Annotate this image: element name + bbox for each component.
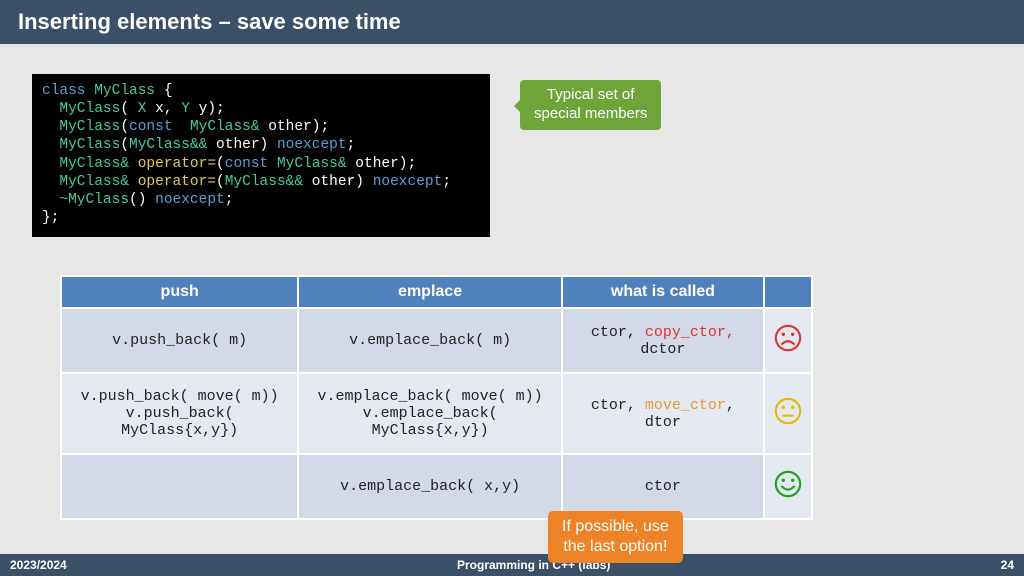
footer-year: 2023/2024: [10, 558, 67, 572]
frown-icon: [773, 323, 803, 353]
call-copy: copy_ctor,: [645, 324, 735, 341]
code-ty: X: [138, 101, 155, 117]
code-kw: const: [225, 156, 277, 172]
code-ty: MyClass: [42, 119, 120, 135]
cell-line: v.push_back( MyClass{x,y}): [68, 405, 291, 439]
callout-typical-members: Typical set of special members: [520, 80, 661, 130]
callout-recommendation: If possible, use the last option!: [548, 511, 683, 563]
callout-line: special members: [534, 105, 647, 124]
footer-course: Programming in C++ (labs): [67, 558, 1001, 572]
code-tx: };: [42, 210, 59, 226]
code-kw: class: [42, 83, 94, 99]
col-icon: [764, 276, 812, 308]
code-kw: noexcept: [277, 137, 347, 153]
cell-emplace: v.emplace_back( m): [298, 308, 562, 373]
cell-push: v.push_back( m): [61, 308, 298, 373]
code-tx: (: [216, 174, 225, 190]
code-tx: other): [312, 174, 373, 190]
call-part: ctor,: [591, 397, 645, 414]
table-row: v.push_back( m) v.emplace_back( m) ctor,…: [61, 308, 812, 373]
code-ty: MyClass&: [277, 156, 355, 172]
cell-line: v.emplace_back( MyClass{x,y}): [305, 405, 555, 439]
code-tx: y);: [199, 101, 225, 117]
cell-line: v.emplace_back( move( m)): [305, 388, 555, 405]
code-tx: ;: [347, 137, 356, 153]
callout-line: Typical set of: [534, 86, 647, 105]
code-tx: ;: [442, 174, 451, 190]
callout-line: If possible, use: [562, 517, 669, 537]
code-kw: noexcept: [155, 192, 225, 208]
code-tx: {: [164, 83, 173, 99]
code-tx: (): [129, 192, 155, 208]
table-header-row: push emplace what is called: [61, 276, 812, 308]
code-tx: (: [120, 137, 129, 153]
cell-push: v.push_back( move( m)) v.push_back( MyCl…: [61, 373, 298, 454]
code-ty: MyClass: [42, 101, 120, 117]
cell-push: [61, 454, 298, 519]
code-ty: MyClass: [42, 137, 120, 153]
code-ty: Y: [181, 101, 198, 117]
col-emplace: emplace: [298, 276, 562, 308]
cell-called: ctor, move_ctor, dtor: [562, 373, 764, 454]
comparison-table: push emplace what is called v.push_back(…: [60, 275, 813, 520]
cell-called: ctor: [562, 454, 764, 519]
code-tx: other);: [268, 119, 329, 135]
callout-line: the last option!: [562, 537, 669, 557]
code-ty: MyClass&: [42, 174, 138, 190]
code-ty: MyClass&: [42, 156, 138, 172]
code-op: operator=: [138, 156, 216, 172]
code-tx: (: [120, 101, 137, 117]
table-row: v.push_back( move( m)) v.push_back( MyCl…: [61, 373, 812, 454]
code-tx: other);: [355, 156, 416, 172]
code-block: class MyClass { MyClass( X x, Y y); MyCl…: [32, 74, 490, 237]
table-row: v.emplace_back( x,y) ctor: [61, 454, 812, 519]
cell-icon: [764, 454, 812, 519]
code-tx: other): [216, 137, 277, 153]
cell-called: ctor, copy_ctor, dctor: [562, 308, 764, 373]
slide-title: Inserting elements – save some time: [0, 0, 1024, 44]
title-text: Inserting elements – save some time: [18, 9, 401, 35]
slide-body: class MyClass { MyClass( X x, Y y); MyCl…: [0, 44, 1024, 554]
code-ty: MyClass&&: [129, 137, 216, 153]
code-tx: (: [216, 156, 225, 172]
cell-icon: [764, 308, 812, 373]
cell-emplace: v.emplace_back( move( m)) v.emplace_back…: [298, 373, 562, 454]
call-part: ctor,: [591, 324, 645, 341]
code-ty: MyClass&&: [225, 174, 312, 190]
code-tx: x,: [155, 101, 181, 117]
call-move: move_ctor: [645, 397, 726, 414]
cell-icon: [764, 373, 812, 454]
code-ty: ~MyClass: [42, 192, 129, 208]
col-push: push: [61, 276, 298, 308]
code-tx: ;: [225, 192, 234, 208]
footer-page: 24: [1001, 558, 1014, 572]
code-op: operator=: [138, 174, 216, 190]
cell-emplace: v.emplace_back( x,y): [298, 454, 562, 519]
code-kw: const: [129, 119, 190, 135]
footer-bar: 2023/2024 Programming in C++ (labs) 24: [0, 554, 1024, 576]
cell-line: v.push_back( move( m)): [68, 388, 291, 405]
call-part: dctor: [640, 341, 685, 358]
col-called: what is called: [562, 276, 764, 308]
code-ty: MyClass&: [190, 119, 268, 135]
neutral-icon: [773, 396, 803, 426]
smile-icon: [773, 469, 803, 499]
code-kw: noexcept: [373, 174, 443, 190]
code-ty: MyClass: [94, 83, 164, 99]
code-tx: (: [120, 119, 129, 135]
